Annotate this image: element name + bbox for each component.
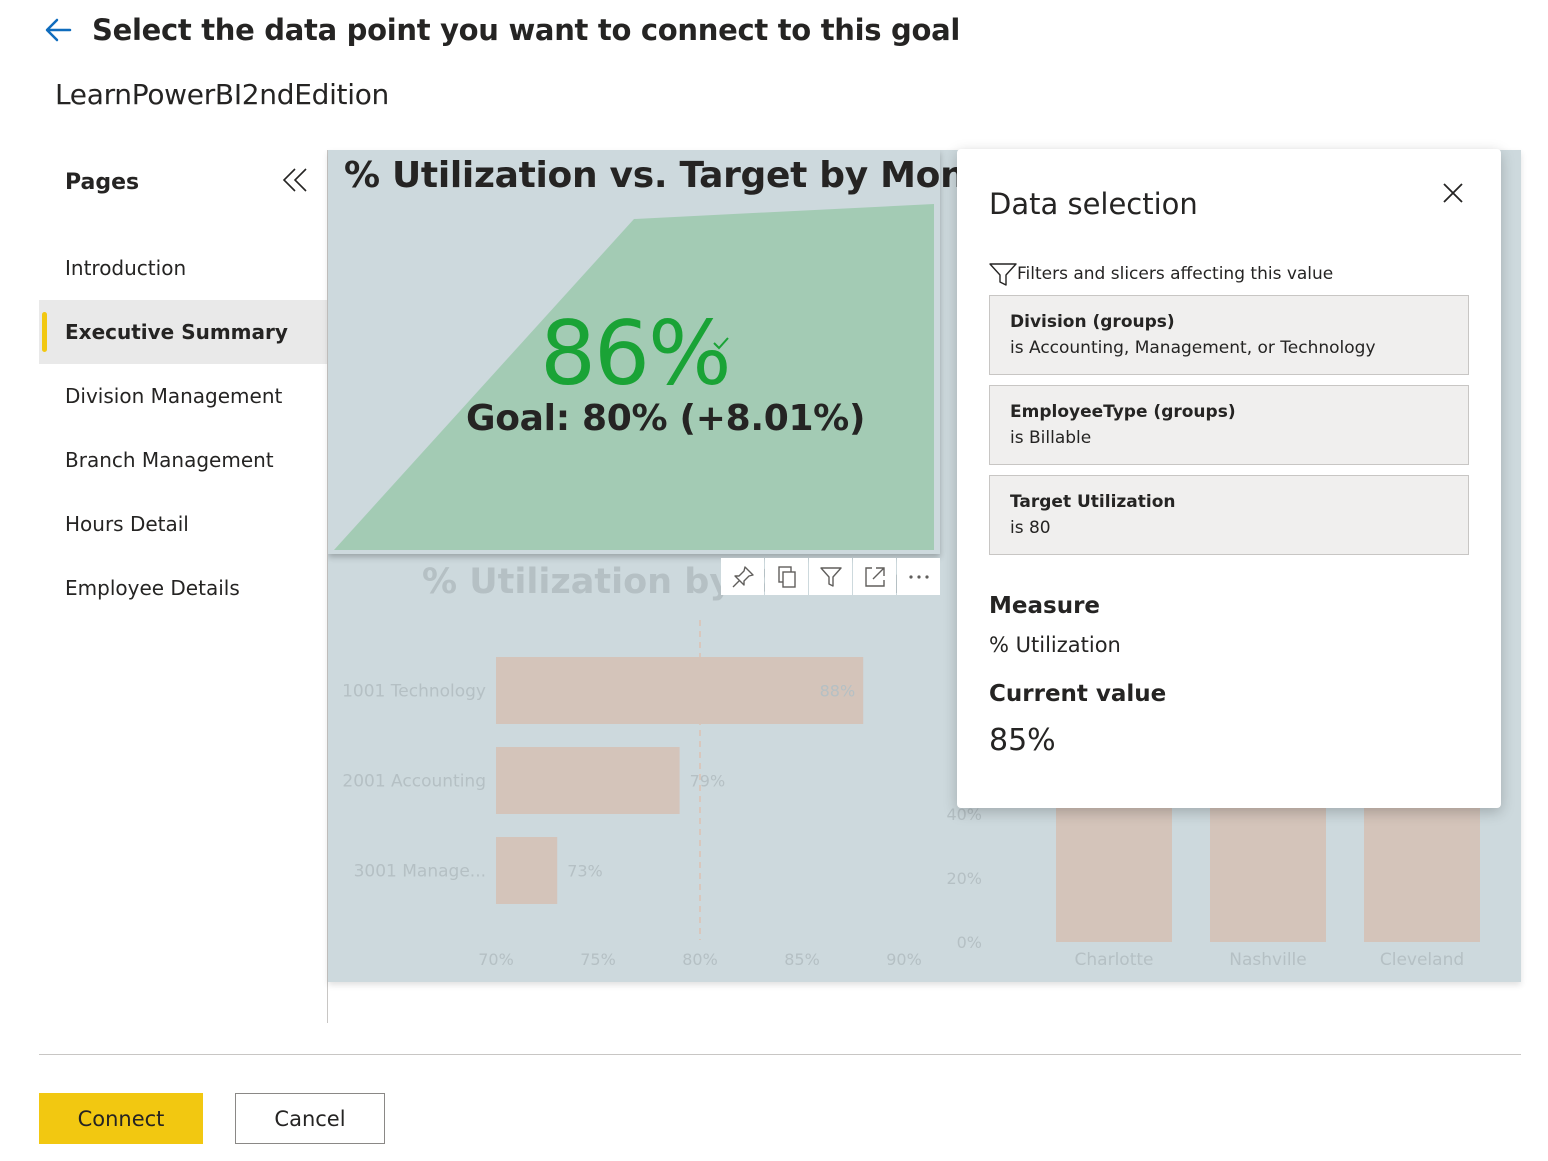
bar [496, 837, 558, 904]
filter-name: EmployeeType (groups) [1010, 402, 1236, 422]
kpi-title: % Utilization vs. Target by Month [344, 155, 1008, 196]
y-tick-label: 0% [957, 933, 982, 952]
page-list: Introduction Executive Summary Division … [39, 236, 327, 620]
filter-value: is 80 [1010, 518, 1051, 538]
page-item-division-management[interactable]: Division Management [39, 364, 327, 428]
x-tick-label: 70% [478, 950, 514, 969]
page-title: Select the data point you want to connec… [92, 13, 960, 47]
checkmark-icon [713, 337, 729, 350]
filter-value: is Accounting, Management, or Technology [1010, 338, 1376, 358]
current-value: 85% [989, 723, 1056, 758]
page-item-branch-management[interactable]: Branch Management [39, 428, 327, 492]
division-bar-chart: 1001 Technology 88% 2001 Accounting 79% 3001… [342, 620, 922, 969]
copy-icon [777, 565, 796, 588]
double-chevron-left-icon [282, 168, 307, 192]
kpi-goal-delta: (+8.01%) [679, 398, 866, 439]
kpi-visual[interactable]: % Utilization vs. Target by Month 86% Go… [328, 150, 1008, 554]
filters-heading: Filters and slicers affecting this value [989, 261, 1333, 287]
filter-card-target-utilization: Target Utilization is 80 [989, 475, 1469, 555]
category-label: 1001 Technology [342, 682, 486, 702]
focus-mode-icon [864, 566, 885, 587]
category-label: Charlotte [1075, 950, 1154, 970]
kpi-value: 86% [540, 302, 732, 405]
dialog-header: Select the data point you want to connec… [40, 8, 960, 52]
page-item-introduction[interactable]: Introduction [39, 236, 327, 300]
data-label: 73% [567, 862, 603, 881]
bar [496, 657, 864, 724]
category-label: 2001 Accounting [342, 772, 486, 792]
measure-label: Measure [989, 593, 1101, 619]
more-options-button[interactable] [897, 558, 940, 595]
bar [496, 747, 680, 814]
page-item-label: Hours Detail [65, 512, 189, 536]
filter-visual-button[interactable] [809, 558, 852, 595]
close-icon [1443, 183, 1463, 203]
page-item-label: Executive Summary [65, 320, 288, 344]
visual-header-toolbar [721, 558, 940, 595]
x-tick-label: 75% [580, 950, 616, 969]
filter-value: is Billable [1010, 428, 1092, 448]
pane-title: Data selection [989, 187, 1198, 221]
pages-title: Pages [65, 170, 140, 195]
page-item-executive-summary[interactable]: Executive Summary [39, 300, 327, 364]
footer-divider [39, 1054, 1521, 1055]
pin-visual-button[interactable] [721, 558, 764, 595]
page-item-label: Introduction [65, 256, 187, 280]
data-label: 88% [820, 682, 856, 701]
data-label: 79% [690, 772, 726, 791]
kpi-goal-label: Goal: 80% [466, 398, 668, 439]
current-value-label: Current value [989, 681, 1167, 707]
close-pane-button[interactable] [1435, 175, 1471, 211]
filter-name: Target Utilization [1010, 492, 1176, 512]
page-item-label: Branch Management [65, 448, 274, 472]
page-item-label: Division Management [65, 384, 283, 408]
data-selection-pane: Data selection Filters and slicers affec… [957, 149, 1501, 808]
filter-icon [989, 263, 1017, 286]
back-button[interactable] [40, 12, 76, 48]
filter-name: Division (groups) [1010, 312, 1175, 332]
focus-mode-button[interactable] [853, 558, 896, 595]
filters-label: Filters and slicers affecting this value [1017, 264, 1334, 284]
measure-value: % Utilization [989, 633, 1121, 657]
workspace-name: LearnPowerBI2ndEdition [55, 78, 389, 111]
copy-visual-button[interactable] [765, 558, 808, 595]
page-item-employee-details[interactable]: Employee Details [39, 556, 327, 620]
filter-card-employee-type: EmployeeType (groups) is Billable [989, 385, 1469, 465]
collapse-pages-button[interactable] [279, 164, 311, 196]
page-item-label: Employee Details [65, 576, 240, 600]
x-tick-label: 85% [784, 950, 820, 969]
pages-sidebar: Pages Introduction Executive Summary Div… [39, 150, 328, 1023]
category-label: Nashville [1229, 950, 1306, 970]
filter-card-division: Division (groups) is Accounting, Managem… [989, 295, 1469, 375]
x-tick-label: 80% [682, 950, 718, 969]
x-tick-label: 90% [886, 950, 922, 969]
category-label: Cleveland [1380, 950, 1464, 970]
y-tick-label: 20% [946, 869, 982, 888]
category-label: 3001 Manage... [354, 862, 486, 882]
filter-icon [819, 566, 842, 587]
cancel-button[interactable]: Cancel [235, 1093, 385, 1144]
kpi-goal: Goal: 80% (+8.01%) [466, 398, 865, 439]
arrow-left-icon [45, 18, 72, 42]
pin-icon [732, 565, 754, 587]
page-item-hours-detail[interactable]: Hours Detail [39, 492, 327, 556]
more-options-icon [908, 574, 929, 579]
connect-button[interactable]: Connect [39, 1093, 203, 1144]
